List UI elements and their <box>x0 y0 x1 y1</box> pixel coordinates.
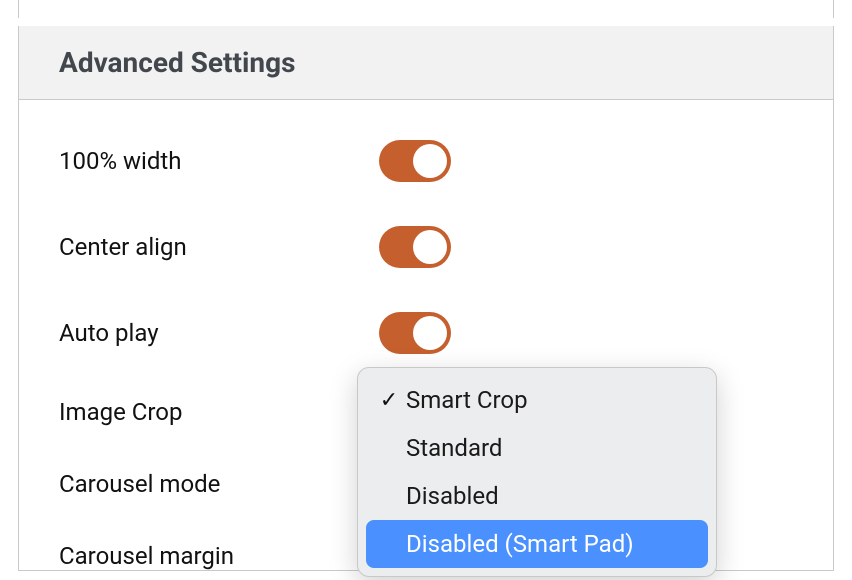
toggle-center-align[interactable] <box>379 226 451 268</box>
label-auto-play: Auto play <box>59 319 379 347</box>
label-carousel-margin: Carousel margin <box>59 542 379 570</box>
toggle-thumb <box>413 230 447 264</box>
previous-panel-bottom <box>18 0 834 18</box>
toggle-thumb <box>413 316 447 350</box>
menu-item-disabled-smart-pad[interactable]: Disabled (Smart Pad) <box>366 520 708 568</box>
menu-item-disabled[interactable]: Disabled <box>366 472 708 520</box>
menu-item-label: Disabled (Smart Pad) <box>402 530 634 558</box>
label-image-crop: Image Crop <box>59 398 379 426</box>
label-carousel-mode: Carousel mode <box>59 470 379 498</box>
panel-title: Advanced Settings <box>59 46 793 79</box>
menu-item-smart-crop[interactable]: ✓ Smart Crop <box>366 376 708 424</box>
menu-item-label: Smart Crop <box>402 386 528 414</box>
row-100-width: 100% width <box>59 140 793 182</box>
menu-item-label: Disabled <box>402 482 499 510</box>
toggle-auto-play[interactable] <box>379 312 451 354</box>
toggle-100-width[interactable] <box>379 140 451 182</box>
image-crop-dropdown-menu[interactable]: ✓ Smart Crop Standard Disabled Disabled … <box>357 367 717 577</box>
row-center-align: Center align <box>59 226 793 268</box>
checkmark-icon: ✓ <box>376 388 402 413</box>
panel-header: Advanced Settings <box>19 26 833 100</box>
menu-item-label: Standard <box>402 434 502 462</box>
row-auto-play: Auto play <box>59 312 793 354</box>
label-100-width: 100% width <box>59 147 379 175</box>
label-center-align: Center align <box>59 233 379 261</box>
menu-item-standard[interactable]: Standard <box>366 424 708 472</box>
toggle-thumb <box>413 144 447 178</box>
